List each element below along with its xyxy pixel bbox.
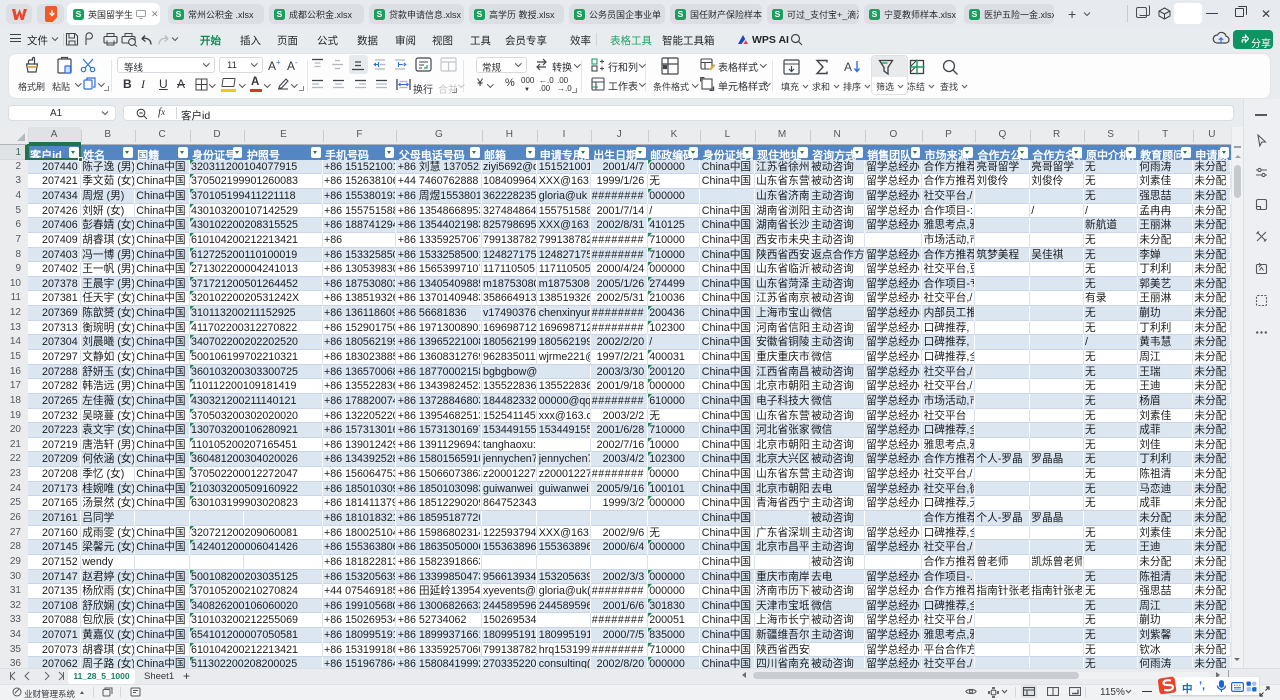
- svg-text:A: A: [844, 60, 852, 74]
